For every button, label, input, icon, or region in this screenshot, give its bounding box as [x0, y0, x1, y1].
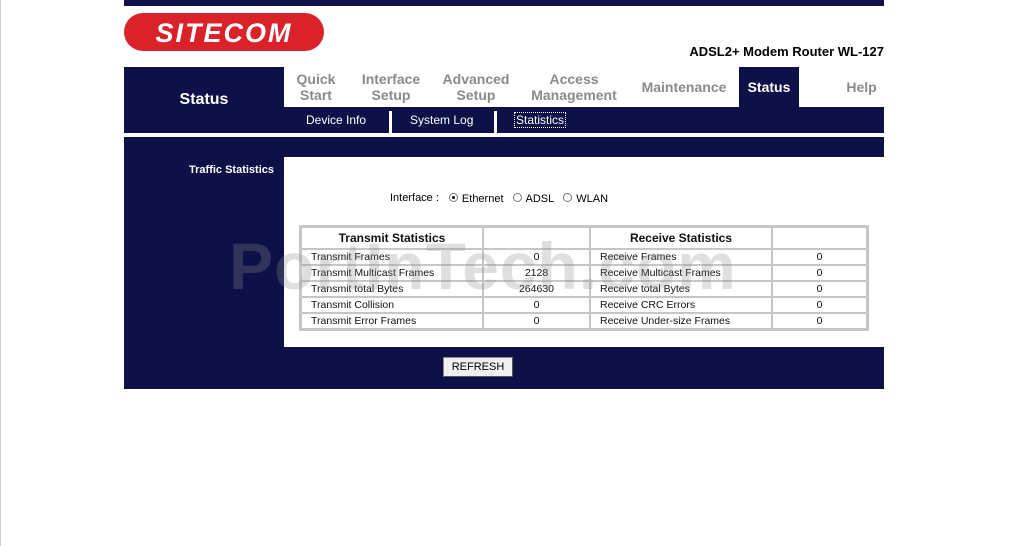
- rx-value: 0: [772, 265, 867, 281]
- subtab-device-info[interactable]: Device Info: [306, 107, 366, 133]
- interface-label: Interface :: [390, 191, 439, 204]
- table-header-row: Transmit Statistics Receive Statistics: [301, 227, 867, 249]
- top-accent-bar: [124, 0, 884, 6]
- tab-status[interactable]: Status: [739, 67, 799, 107]
- interface-selector: Interface : Ethernet ADSL WLAN: [390, 190, 609, 206]
- tab-quick-start[interactable]: Quick Start: [287, 67, 345, 107]
- rx-value: 0: [772, 297, 867, 313]
- tx-value: 0: [483, 313, 590, 329]
- rx-value: 0: [772, 313, 867, 329]
- radio-adsl[interactable]: [512, 193, 522, 202]
- rx-label: Receive Frames: [590, 249, 772, 265]
- main-nav: Status Quick Start Interface Setup Advan…: [124, 67, 884, 133]
- tx-value: 0: [483, 249, 590, 265]
- traffic-statistics-table: Transmit Statistics Receive Statistics T…: [299, 225, 869, 331]
- tx-label: Transmit total Bytes: [301, 281, 483, 297]
- tx-label: Transmit Frames: [301, 249, 483, 265]
- tx-label: Transmit Collision: [301, 297, 483, 313]
- table-row: Transmit Multicast Frames 2128 Receive M…: [301, 265, 867, 281]
- transmit-header: Transmit Statistics: [301, 227, 483, 249]
- logo-text: SITECOM: [155, 18, 292, 48]
- tx-value: 264630: [483, 281, 590, 297]
- sidebar-label: Traffic Statistics: [189, 164, 274, 176]
- tx-value: 2128: [483, 265, 590, 281]
- table-row: Transmit total Bytes 264630 Receive tota…: [301, 281, 867, 297]
- table-row: Transmit Collision 0 Receive CRC Errors …: [301, 297, 867, 313]
- tab-help[interactable]: Help: [829, 67, 894, 107]
- tx-label: Transmit Multicast Frames: [301, 265, 483, 281]
- tab-maintenance[interactable]: Maintenance: [634, 67, 734, 107]
- subtab-system-log[interactable]: System Log: [410, 107, 473, 133]
- receive-header: Receive Statistics: [590, 227, 772, 249]
- table-row: Transmit Error Frames 0 Receive Under-si…: [301, 313, 867, 329]
- refresh-button[interactable]: REFRESH: [443, 357, 513, 377]
- radio-wlan[interactable]: [563, 193, 573, 202]
- subtab-statistics[interactable]: Statistics: [513, 107, 567, 133]
- radio-ethernet[interactable]: [448, 193, 458, 202]
- rx-label: Receive Multicast Frames: [590, 265, 772, 281]
- rx-label: Receive Under-size Frames: [590, 313, 772, 329]
- empty-header: [483, 227, 590, 249]
- tx-value: 0: [483, 297, 590, 313]
- subnav-divider: [494, 111, 497, 133]
- tx-label: Transmit Error Frames: [301, 313, 483, 329]
- empty-header: [772, 227, 867, 249]
- rx-label: Receive total Bytes: [590, 281, 772, 297]
- radio-ethernet-label: Ethernet: [461, 193, 504, 205]
- rx-value: 0: [772, 281, 867, 297]
- sub-nav: Device Info System Log Statistics: [124, 107, 884, 133]
- subnav-divider: [389, 111, 392, 133]
- tab-interface-setup[interactable]: Interface Setup: [355, 67, 427, 107]
- rx-label: Receive CRC Errors: [590, 297, 772, 313]
- radio-adsl-label: ADSL: [525, 193, 555, 205]
- tab-access-management[interactable]: Access Management: [524, 67, 624, 107]
- rx-value: 0: [772, 249, 867, 265]
- table-row: Transmit Frames 0 Receive Frames 0: [301, 249, 867, 265]
- model-name: ADSL2+ Modem Router WL-127: [689, 44, 884, 59]
- sitecom-logo: SITECOM: [124, 13, 324, 51]
- radio-wlan-label: WLAN: [576, 193, 609, 205]
- tab-advanced-setup[interactable]: Advanced Setup: [437, 67, 515, 107]
